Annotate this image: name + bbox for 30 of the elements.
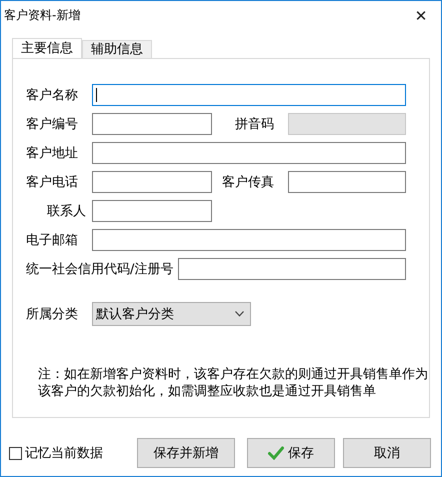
field-label: 客户传真 — [221, 174, 275, 191]
dialog-button[interactable]: 保存 — [247, 438, 335, 468]
chevron-icon — [235, 311, 244, 317]
input-field[interactable] — [92, 113, 212, 135]
input-field[interactable] — [288, 171, 406, 193]
input-field[interactable] — [92, 229, 406, 251]
field-label: 客户地址 — [26, 145, 79, 162]
tab[interactable]: 主要信息 — [12, 38, 82, 58]
field-label: 客户电话 — [26, 174, 79, 191]
input-field[interactable] — [178, 258, 406, 280]
dialog-button[interactable]: 取消 — [343, 438, 431, 468]
note-text: 注：如在新增客户资料时，该客户存在欠款的则通过开具销售单作为该客户的欠款初始化，如需调整应收款也是通过开具销售单 — [38, 366, 429, 400]
remember-checkbox[interactable]: 记忆当前数据 — [9, 444, 137, 462]
window-title: 客户资料-新增 — [4, 7, 80, 24]
field-label: 联系人 — [46, 203, 87, 220]
dialog-button[interactable]: 保存并新增 — [137, 438, 235, 468]
input-field[interactable] — [92, 84, 406, 106]
field-label: 客户编号 — [26, 116, 79, 133]
field-label: 所属分类 — [26, 306, 79, 323]
field-label: 拼音码 — [234, 116, 275, 133]
input-field[interactable] — [92, 171, 212, 193]
input-field[interactable] — [92, 200, 212, 222]
close-button[interactable]: ✕ — [401, 1, 441, 30]
check-icon — [268, 446, 284, 460]
field-label: 统一社会信用代码/注册号 — [26, 261, 174, 278]
field-label: 客户名称 — [26, 87, 79, 104]
field-label: 电子邮箱 — [26, 232, 79, 249]
category-dropdown[interactable]: 默认客户分类 — [92, 302, 251, 326]
tab[interactable]: 辅助信息 — [82, 40, 152, 58]
input-field[interactable] — [92, 142, 406, 164]
